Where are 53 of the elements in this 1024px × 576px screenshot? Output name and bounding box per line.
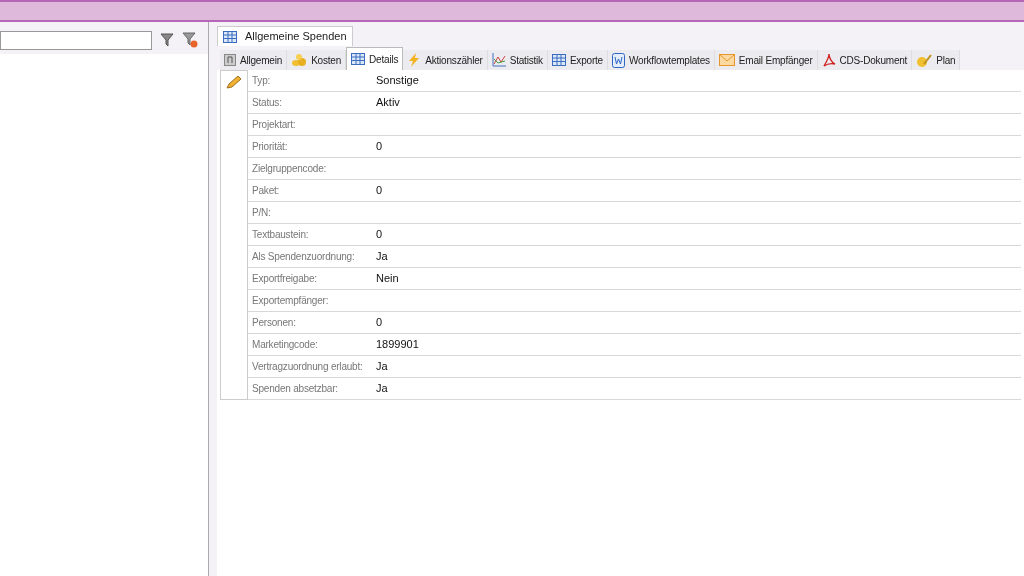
search-field[interactable] xyxy=(0,30,152,50)
property-value: Nein xyxy=(375,271,399,287)
pdf-icon xyxy=(821,53,836,67)
property-label: Exportempfänger: xyxy=(251,294,330,308)
property-label: Zielgruppencode: xyxy=(251,162,328,176)
lightning-icon xyxy=(407,53,422,67)
envelope-icon xyxy=(718,54,735,66)
table-icon xyxy=(351,53,366,65)
document-tab[interactable]: Allgemeine Spenden xyxy=(217,26,353,46)
property-label: Personen: xyxy=(251,316,297,330)
chart-icon xyxy=(491,53,506,67)
tab[interactable]: Kosten xyxy=(287,50,347,70)
tab[interactable]: Aktionszähler xyxy=(403,50,488,70)
property-value: 0 xyxy=(375,315,383,331)
document-tab-title: Allgemeine Spenden xyxy=(245,29,347,45)
property-value: 1899901 xyxy=(375,337,419,353)
tab[interactable]: Plan xyxy=(912,50,961,70)
property-value: 0 xyxy=(375,139,383,155)
tab[interactable]: Email Empfänger xyxy=(714,50,818,70)
property-value: Ja xyxy=(375,359,388,375)
table-icon xyxy=(551,54,566,66)
property-label: Typ: xyxy=(251,74,272,88)
tab[interactable]: Exporte xyxy=(547,50,608,70)
pencil-icon[interactable] xyxy=(226,75,242,89)
coins-icon xyxy=(291,53,308,67)
property-label: Textbaustein: xyxy=(251,228,310,242)
coins-pencil-icon xyxy=(916,52,933,68)
property-label: Priorität: xyxy=(251,140,289,154)
property-value: Sonstige xyxy=(375,73,419,89)
filter-icon[interactable] xyxy=(160,33,174,47)
property-label: Marketingcode: xyxy=(251,338,319,352)
property-value: Aktiv xyxy=(375,95,400,111)
property-value: 0 xyxy=(375,183,383,199)
tab[interactable]: CDS-Dokument xyxy=(817,50,913,70)
word-document-icon xyxy=(611,52,625,68)
property-label: P/N: xyxy=(251,206,272,220)
property-label: Exportfreigabe: xyxy=(251,272,318,286)
tab[interactable]: Statistik xyxy=(487,50,548,70)
property-value: Ja xyxy=(375,381,388,397)
property-label: Status: xyxy=(251,96,283,110)
property-label: Paket: xyxy=(251,184,281,198)
property-label: Projektart: xyxy=(251,118,297,132)
property-label: Spenden absetzbar: xyxy=(251,382,339,396)
property-value: 0 xyxy=(375,227,383,243)
table-icon xyxy=(223,30,237,43)
property-label: Vertragzuordnung erlaubt: xyxy=(251,360,364,374)
tab[interactable]: Details xyxy=(346,47,404,70)
property-label: Als Spendenzuordnung: xyxy=(251,250,356,264)
tab[interactable]: Allgemein xyxy=(220,50,288,70)
clear-filter-icon[interactable] xyxy=(182,32,198,48)
document-icon xyxy=(224,54,236,66)
tab[interactable]: Workflowtemplates xyxy=(607,50,715,70)
property-value: Ja xyxy=(375,249,388,265)
